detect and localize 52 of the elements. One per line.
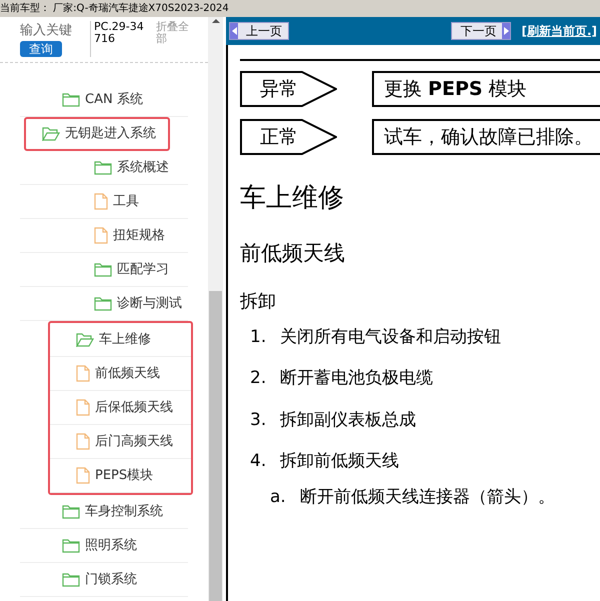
tree-item[interactable]: 诊断与测试 [20, 287, 188, 321]
document-icon [76, 433, 90, 450]
tree-item[interactable]: PEPS模块 [50, 459, 191, 493]
folder-icon [62, 92, 80, 106]
tree-item[interactable]: 前低频天线 [50, 357, 191, 391]
tree-item[interactable]: 后门高频天线 [50, 425, 191, 459]
document-icon [76, 399, 90, 416]
document-icon [76, 365, 90, 382]
next-page-button[interactable]: 下一页 [451, 22, 512, 40]
action-box: 更换 PEPS 模块 [372, 71, 600, 107]
open-folder-icon [42, 127, 60, 141]
page-heading: 车上维修 [240, 182, 345, 215]
tree-item[interactable]: 扭矩规格 [20, 219, 188, 253]
search-field[interactable]: 输入关键 [20, 21, 90, 40]
tree-item[interactable]: 无钥匙进入系统 [24, 117, 170, 151]
folder-icon [62, 504, 80, 518]
tree-item[interactable]: CAN 系统 [20, 83, 188, 117]
code-label: PC.29-34716 [94, 21, 145, 45]
section-heading: 前低频天线 [240, 240, 346, 267]
folder-icon [62, 538, 80, 552]
document-icon [94, 227, 108, 244]
folder-icon [94, 160, 112, 174]
tree-item[interactable]: 照明系统 [20, 529, 188, 563]
vehicle-label: 当前车型： 厂家:Q-奇瑞汽车捷途X70S2023-2024 [0, 2, 229, 16]
previous-page-button[interactable]: 上一页 [229, 22, 289, 40]
document-icon [94, 193, 108, 210]
tree-item[interactable]: 后保低频天线 [50, 391, 191, 425]
status-tag: 异常 [240, 71, 337, 107]
search-button[interactable]: 查询 [20, 40, 62, 56]
scrollbar-thumb[interactable] [209, 291, 222, 601]
step-text: 2. 断开蓄电池负极电缆 [250, 367, 434, 390]
document-icon [76, 467, 90, 484]
open-folder-icon [76, 332, 94, 346]
tree-item[interactable]: 车身控制系统 [20, 495, 188, 529]
substep-text: a. 断开前低频天线连接器（箭头）。 [270, 486, 556, 508]
folder-icon [62, 572, 80, 586]
action-box: 试车，确认故障已排除。 [372, 119, 600, 155]
step-text: 3. 拆卸副仪表板总成 [250, 408, 418, 432]
scroll-up-icon[interactable] [212, 19, 220, 23]
step-text: 4. 拆卸前低频天线 [250, 450, 400, 473]
subsection-heading: 拆卸 [240, 290, 277, 314]
tree-item[interactable]: 门锁系统 [20, 563, 188, 597]
folder-icon [94, 296, 112, 310]
scrollbar[interactable] [208, 17, 223, 601]
tree-item[interactable]: 系统概述 [20, 151, 188, 185]
folder-icon [94, 262, 112, 276]
step-text: 1. 关闭所有电气设备和启动按钮 [250, 326, 502, 348]
status-tag: 正常 [240, 119, 337, 155]
tree-item[interactable]: 车上维修 [50, 323, 191, 357]
refresh-link[interactable]: [刷新当前页.] [521, 22, 597, 40]
tree-item[interactable]: 匹配学习 [20, 253, 188, 287]
tree-item[interactable]: 工具 [20, 185, 188, 219]
